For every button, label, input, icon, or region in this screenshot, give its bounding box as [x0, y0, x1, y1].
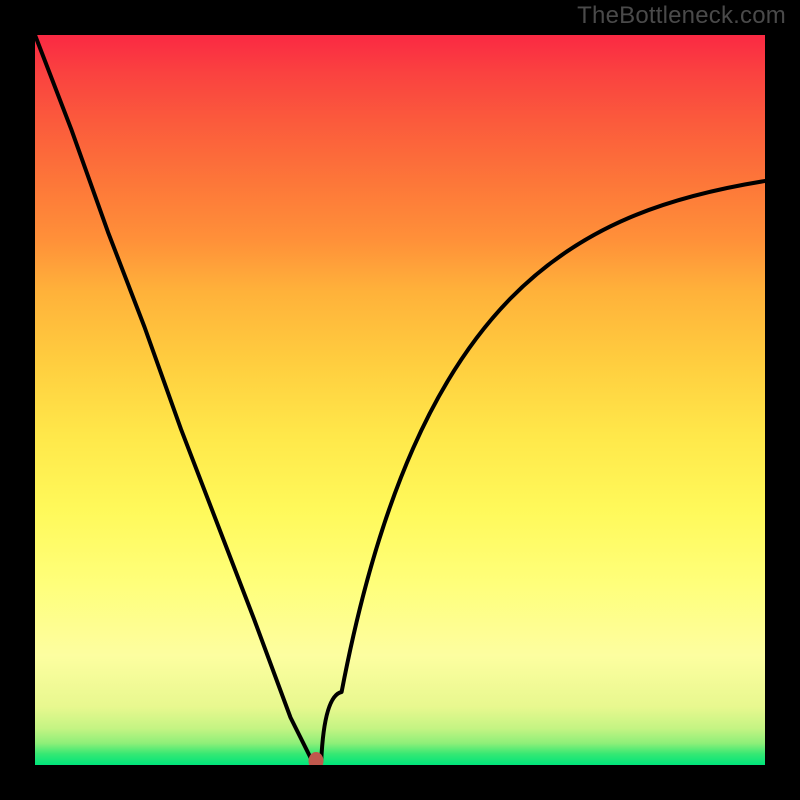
chart-frame: TheBottleneck.com [0, 0, 800, 800]
watermark-text: TheBottleneck.com [577, 2, 786, 30]
bottleneck-curve [35, 35, 765, 765]
plot-area [35, 35, 765, 765]
optimal-point-marker [309, 752, 324, 765]
